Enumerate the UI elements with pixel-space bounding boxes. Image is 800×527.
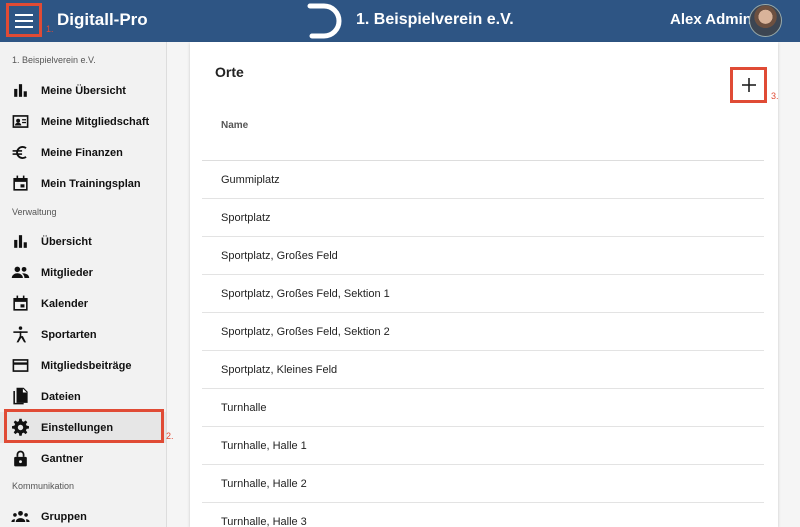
sidebar-section-kommunikation: Kommunikation (12, 481, 75, 491)
table-row[interactable]: Sportplatz, Kleines Feld (202, 351, 764, 389)
lock-icon (11, 449, 30, 468)
sidebar-item-gruppen[interactable]: Gruppen (0, 501, 166, 527)
sidebar-item-mitglieder[interactable]: Mitglieder (0, 257, 166, 288)
table-row[interactable]: Sportplatz (202, 199, 764, 237)
table-row[interactable]: Turnhalle, Halle 3 (202, 503, 764, 527)
club-name: 1. Beispielverein e.V. (356, 11, 514, 28)
sidebar-item-label: Mitgliedsbeiträge (41, 359, 132, 372)
page-title: Orte (215, 64, 244, 80)
sidebar-item-dateien[interactable]: Dateien (0, 381, 166, 412)
column-header-name[interactable]: Name (221, 120, 248, 131)
sidebar-section-verwaltung: Verwaltung (12, 207, 57, 217)
app-name: Digitall-Pro (57, 10, 148, 29)
table-row[interactable]: Sportplatz, Großes Feld, Sektion 1 (202, 275, 764, 313)
table-row[interactable]: Turnhalle, Halle 2 (202, 465, 764, 503)
sidebar-item-label: Gruppen (41, 510, 87, 523)
sidebar-item-label: Dateien (41, 390, 81, 403)
sidebar-item-label: Mitglieder (41, 266, 93, 279)
sidebar-item-label: Mein Trainingsplan (41, 177, 141, 190)
files-icon (11, 387, 30, 406)
bar-chart-icon (11, 232, 30, 251)
sidebar-item-label: Sportarten (41, 328, 97, 341)
annotation-number-2: 2. (166, 431, 174, 441)
sidebar-item-label: Gantner (41, 452, 84, 465)
sidebar-section-club: 1. Beispielverein e.V. (12, 55, 96, 65)
calendar-icon (11, 174, 30, 193)
sidebar-item-kalender[interactable]: Kalender (0, 288, 166, 319)
user-name[interactable]: Alex Admin (670, 11, 752, 28)
highlight-box-add (730, 67, 767, 103)
sidebar-item-sportarten[interactable]: Sportarten (0, 319, 166, 350)
table-row[interactable]: Sportplatz, Großes Feld, Sektion 2 (202, 313, 764, 351)
person-exercise-icon (11, 325, 30, 344)
sidebar-item-label: Meine Finanzen (41, 146, 123, 159)
top-app-bar: Digitall-Pro 1. Beispielverein e.V. Alex… (0, 0, 800, 42)
locations-card: Orte Name Gummiplatz Sportplatz Sportpla… (190, 42, 778, 527)
sidebar-item-label: Übersicht (41, 235, 92, 248)
highlight-box-menu (6, 3, 42, 37)
sidebar-item-mitgliedsbeitraege[interactable]: Mitgliedsbeiträge (0, 350, 166, 381)
people-icon (11, 263, 30, 282)
id-card-icon (11, 112, 30, 131)
sidebar-item-mein-trainingsplan[interactable]: Mein Trainingsplan (0, 168, 166, 199)
highlight-box-settings (4, 409, 164, 443)
bar-chart-icon (11, 81, 30, 100)
credit-card-icon (11, 356, 30, 375)
sidebar-item-label: Kalender (41, 297, 89, 310)
locations-table: Gummiplatz Sportplatz Sportplatz, Großes… (202, 160, 764, 527)
calendar-icon (11, 294, 30, 313)
table-row[interactable]: Gummiplatz (202, 161, 764, 199)
table-row[interactable]: Turnhalle, Halle 1 (202, 427, 764, 465)
sidebar-item-label: Meine Mitgliedschaft (41, 115, 150, 128)
logo-icon (307, 3, 342, 39)
sidebar-item-label: Meine Übersicht (41, 84, 126, 97)
sidebar-item-meine-mitgliedschaft[interactable]: Meine Mitgliedschaft (0, 106, 166, 137)
table-row[interactable]: Sportplatz, Großes Feld (202, 237, 764, 275)
sidebar: 1. Beispielverein e.V. Meine Übersicht M… (0, 42, 167, 527)
euro-icon (11, 143, 30, 162)
sidebar-item-gantner[interactable]: Gantner (0, 443, 166, 474)
avatar[interactable] (749, 4, 782, 37)
annotation-number-3: 3. (771, 91, 779, 101)
groups-icon (11, 507, 30, 526)
sidebar-item-uebersicht[interactable]: Übersicht (0, 226, 166, 257)
sidebar-item-meine-finanzen[interactable]: Meine Finanzen (0, 137, 166, 168)
table-row[interactable]: Turnhalle (202, 389, 764, 427)
annotation-number-1: 1. (46, 24, 54, 34)
sidebar-item-meine-uebersicht[interactable]: Meine Übersicht (0, 75, 166, 106)
